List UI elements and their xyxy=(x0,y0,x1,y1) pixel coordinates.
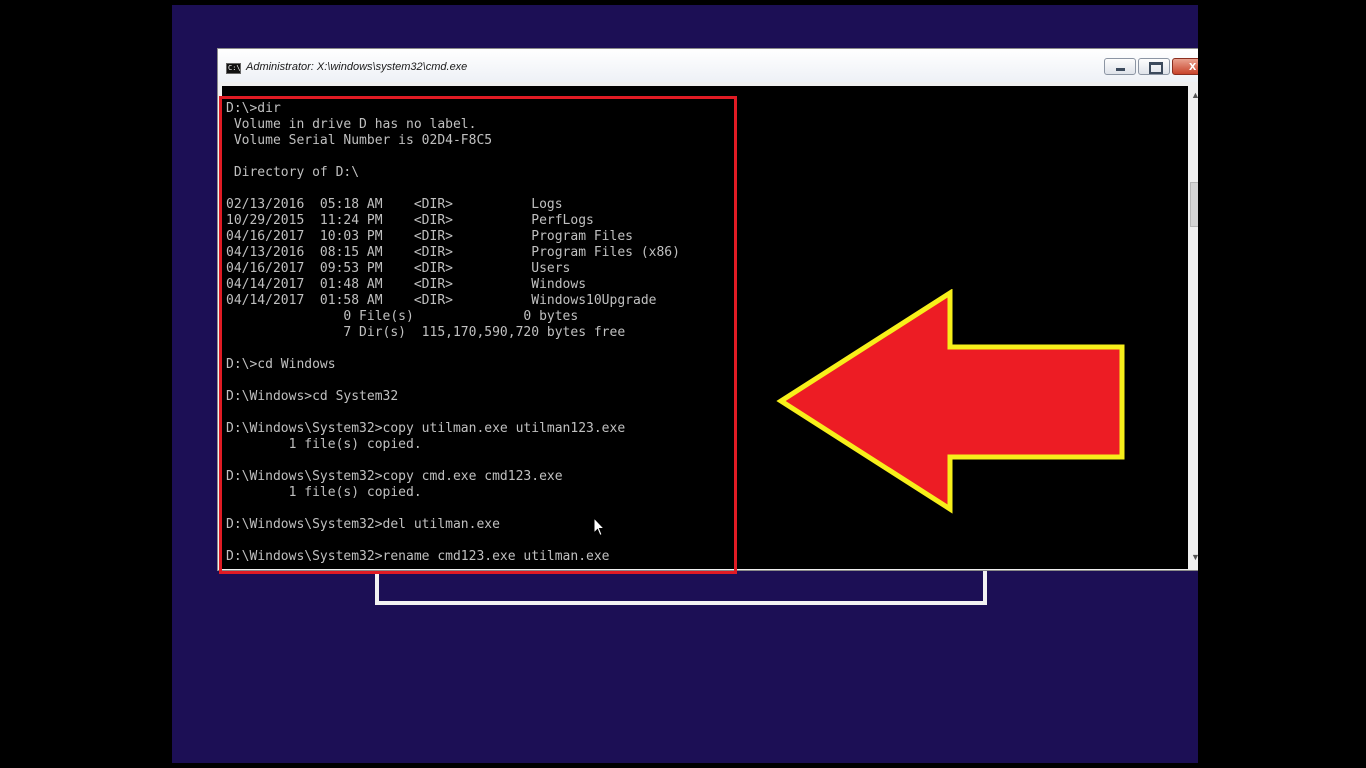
arrow-shape xyxy=(776,289,1125,514)
maximize-button[interactable] xyxy=(1138,58,1170,75)
vertical-scrollbar[interactable]: ▲ ▼ xyxy=(1188,86,1198,569)
left-arrow-icon xyxy=(776,289,1125,514)
highlight-box xyxy=(219,96,737,574)
title-bar[interactable]: C:\ Administrator: X:\windows\system32\c… xyxy=(218,49,1198,82)
close-button[interactable]: x xyxy=(1172,58,1198,75)
window-title: Administrator: X:\windows\system32\cmd.e… xyxy=(246,61,468,73)
scroll-down-icon[interactable]: ▼ xyxy=(1191,552,1198,562)
scroll-thumb[interactable] xyxy=(1190,182,1198,227)
mouse-pointer-icon xyxy=(593,517,605,537)
console-app-icon[interactable]: C:\ xyxy=(226,63,241,74)
scroll-up-icon[interactable]: ▲ xyxy=(1191,90,1198,100)
close-icon: x xyxy=(1189,58,1197,73)
minimize-button[interactable] xyxy=(1104,58,1136,75)
